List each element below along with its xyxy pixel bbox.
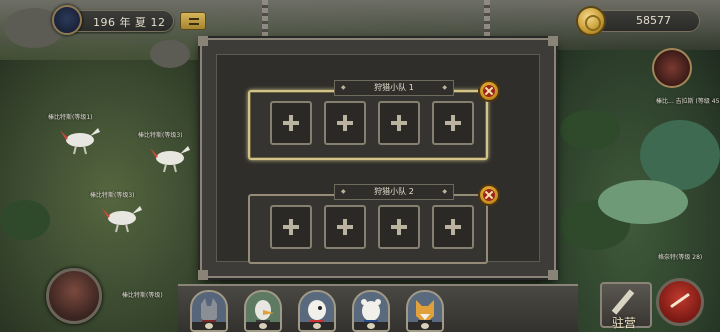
bush xyxy=(560,110,620,150)
bird-creature-icon xyxy=(102,206,142,233)
team-slot[interactable] xyxy=(324,101,366,145)
team-slot[interactable] xyxy=(270,205,312,249)
bird-creature-icon xyxy=(60,128,100,155)
creature-unit[interactable]: 榛比特斯(等级1) xyxy=(48,112,114,158)
panel-corner xyxy=(548,270,558,280)
hero-tag xyxy=(408,322,442,330)
team-title: 狩猎小队 2 xyxy=(334,184,454,200)
plus-icon xyxy=(337,219,353,235)
plus-icon xyxy=(445,115,461,131)
bush xyxy=(0,200,50,240)
hero-tag xyxy=(354,322,388,330)
hunting-team-2: 狩猎小队 2 xyxy=(248,184,506,264)
plus-icon xyxy=(391,115,407,131)
hero-tag xyxy=(300,322,334,330)
team-slot[interactable] xyxy=(378,101,420,145)
team-slot[interactable] xyxy=(432,205,474,249)
hero-portrait[interactable] xyxy=(298,290,336,332)
hunting-team-panel: 狩猎小队 1 狩猎小队 2 xyxy=(198,36,558,280)
chain-decoration xyxy=(484,0,490,42)
plus-icon xyxy=(445,219,461,235)
sword-icon xyxy=(611,289,635,315)
plus-icon xyxy=(283,115,299,131)
hero-portrait[interactable] xyxy=(352,290,390,332)
shield-icon[interactable] xyxy=(656,278,704,326)
creature-unit[interactable]: 榛比特斯(等级3) xyxy=(90,190,156,236)
town-map-button[interactable] xyxy=(46,268,102,324)
bird-creature-icon xyxy=(150,146,190,173)
close-icon xyxy=(483,85,495,97)
plus-icon xyxy=(391,219,407,235)
team-title: 狩猎小队 1 xyxy=(334,80,454,96)
panel-corner xyxy=(548,36,558,46)
hero-tag xyxy=(246,322,280,330)
close-icon xyxy=(483,189,495,201)
rock xyxy=(150,40,190,68)
creature-unit[interactable]: 榛比特斯(等级3) xyxy=(138,130,204,176)
panel-corner xyxy=(198,36,208,46)
panel-corner xyxy=(198,270,208,280)
plus-icon xyxy=(283,219,299,235)
dismiss-team-button[interactable] xyxy=(478,80,500,102)
dragon-body xyxy=(598,180,688,224)
hero-portrait[interactable] xyxy=(190,290,228,332)
hero-roster-bar xyxy=(178,284,578,332)
hero-tag xyxy=(192,322,226,330)
camp-label: 驻营 xyxy=(612,316,637,330)
gold-amount: 58577 xyxy=(636,14,671,27)
team-slot[interactable] xyxy=(432,101,474,145)
camp-button[interactable]: 驻营 xyxy=(600,282,652,330)
gold-coin-icon xyxy=(576,6,606,36)
dragon-label: 格奈特(等级 28) xyxy=(658,254,703,261)
dismiss-team-button[interactable] xyxy=(478,184,500,206)
hero-portrait[interactable] xyxy=(244,290,282,332)
plus-icon xyxy=(337,115,353,131)
team-slot[interactable] xyxy=(270,101,312,145)
moon-icon[interactable] xyxy=(52,5,82,35)
team-slot[interactable] xyxy=(324,205,366,249)
chain-decoration xyxy=(262,0,268,42)
date-text: 196 年 夏 12 xyxy=(93,16,166,29)
boss-badge[interactable] xyxy=(652,48,692,88)
hunting-team-1: 狩猎小队 1 xyxy=(248,80,506,160)
menu-button[interactable] xyxy=(180,12,206,30)
team-slot[interactable] xyxy=(378,205,420,249)
boss-label: 榛比... 吉拉斯 (等级 45) xyxy=(656,98,720,105)
hero-portrait[interactable] xyxy=(406,290,444,332)
